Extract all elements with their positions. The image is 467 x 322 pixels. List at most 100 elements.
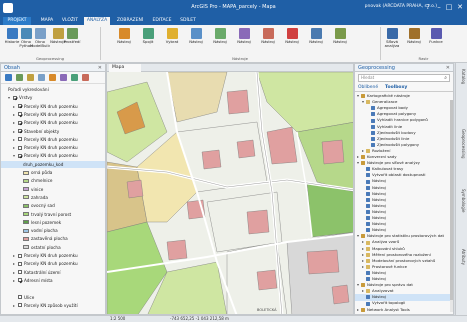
expand-icon[interactable]: ▸: [13, 260, 17, 267]
visibility-checkbox[interactable]: [18, 278, 22, 283]
layer-row[interactable]: ostatní plocha: [1, 244, 105, 251]
ribbon-button[interactable]: Nástroj: [212, 27, 228, 54]
layer-row[interactable]: druh_pozemku_kod: [1, 160, 105, 168]
ribbon-button[interactable]: Funkce: [428, 27, 444, 54]
side-tab[interactable]: Symbologie: [458, 189, 466, 241]
ribbon-button[interactable]: Nástroj: [332, 27, 348, 54]
layer-row[interactable]: ▸ Parcely KN druh pozemku: [1, 136, 105, 143]
ribbon-button[interactable]: Spojit: [140, 27, 156, 54]
layer-row[interactable]: vinice: [1, 186, 105, 193]
visibility-checkbox[interactable]: [18, 104, 22, 109]
tab-mapa[interactable]: MAPA: [38, 17, 56, 25]
layer-row[interactable]: trvalý travní porost: [1, 211, 105, 218]
layer-row[interactable]: ▸ Parcely KN druh pozemku: [1, 252, 105, 259]
expand-icon[interactable]: ▸: [13, 119, 17, 126]
layer-row[interactable]: ▸ Adresní místa: [1, 277, 105, 284]
visibility-checkbox[interactable]: [18, 120, 22, 125]
drawing-order-icon[interactable]: [27, 74, 34, 81]
layer-row[interactable]: ▾ Parcely KN druh pozemku: [1, 152, 105, 159]
layer-row[interactable]: ▸ Katastrální území: [1, 269, 105, 276]
visibility-checkbox[interactable]: [18, 253, 22, 258]
ribbon-button[interactable]: Nástroj: [406, 27, 422, 54]
tab-zobrazeni[interactable]: ZOBRAZENÍ: [114, 17, 146, 25]
tab-projekt[interactable]: PROJEKT: [3, 17, 31, 25]
visibility-checkbox[interactable]: [18, 145, 22, 150]
ribbon-button[interactable]: Nástroj: [188, 27, 204, 54]
layer-row[interactable]: ▸ Parcely KN způsob využití: [1, 302, 105, 309]
close-pane-icon[interactable]: ✕: [446, 64, 450, 72]
side-tab[interactable]: Geoprocessing: [458, 129, 466, 181]
layer-row[interactable]: ▸ Parcely KN druh pozemku: [1, 144, 105, 151]
collapse-icon[interactable]: ▾: [8, 94, 12, 101]
ribbon-button[interactable]: Nástroj: [284, 27, 300, 54]
layer-row[interactable]: ▸ Parcely KN druh pozemku: [1, 103, 105, 110]
layer-row[interactable]: Pořadí vykreslování: [1, 86, 105, 93]
layer-row[interactable]: vodní plocha: [1, 227, 105, 234]
ribbon-button[interactable]: Nástroj: [116, 27, 132, 54]
layer-row[interactable]: ▸ Stavební objekty: [1, 128, 105, 135]
visibility-checkbox[interactable]: [18, 295, 22, 299]
layer-row[interactable]: [1, 285, 105, 292]
layer-list-icon[interactable]: [16, 74, 23, 81]
ribbon-button[interactable]: Nástroj: [308, 27, 324, 54]
close-button[interactable]: ✕: [456, 3, 464, 12]
expand-icon[interactable]: ▸: [13, 128, 17, 135]
layer-row[interactable]: zahrada: [1, 194, 105, 201]
tab-analyza[interactable]: ANALÝZA: [84, 17, 110, 25]
visibility-checkbox[interactable]: [18, 261, 22, 266]
expand-icon[interactable]: ▸: [13, 302, 17, 309]
tab-vlozit[interactable]: VLOŽIT: [60, 17, 80, 25]
layer-row[interactable]: zastavěná plocha: [1, 235, 105, 242]
visibility-checkbox[interactable]: [18, 270, 22, 275]
layer-row[interactable]: orná půda: [1, 169, 105, 176]
expand-icon[interactable]: ▸: [13, 103, 17, 110]
ribbon-button[interactable]: Nástroj: [260, 27, 276, 54]
layer-row[interactable]: Ulice: [1, 294, 105, 301]
layer-row[interactable]: ▾ Vrstvy: [1, 94, 105, 101]
expand-icon[interactable]: ▸: [13, 277, 17, 284]
selection-icon[interactable]: [49, 74, 56, 81]
ribbon-button[interactable]: Síťová analýza: [384, 27, 400, 54]
source-icon[interactable]: [38, 74, 45, 81]
ribbon-button[interactable]: Vybrat: [164, 27, 180, 54]
tab-toolboxes[interactable]: Toolboxy: [385, 84, 407, 92]
tab-favorites[interactable]: Oblíbené: [358, 84, 378, 92]
visibility-checkbox[interactable]: [18, 129, 22, 133]
layer-row[interactable]: lesní pozemek: [1, 219, 105, 226]
maximize-button[interactable]: □: [445, 3, 453, 12]
visibility-checkbox[interactable]: [13, 95, 17, 100]
close-pane-icon[interactable]: ✕: [98, 64, 102, 72]
side-tab[interactable]: Katalog: [458, 69, 466, 121]
map-view[interactable]: Mapa BOLETICKÁ: [106, 63, 354, 315]
layer-row[interactable]: ▸ Parcely KN druh pozemku: [1, 119, 105, 126]
expand-icon[interactable]: ▸: [13, 136, 17, 143]
help-button[interactable]: ?: [424, 3, 432, 12]
ribbon-button[interactable]: Nástroj: [236, 27, 252, 54]
collapse-icon[interactable]: ▾: [13, 152, 17, 159]
search-icon[interactable]: ⌕: [444, 75, 447, 81]
layer-row[interactable]: ▸ Parcely KN druh pozemku: [1, 260, 105, 267]
layer-row[interactable]: chmelnice: [1, 177, 105, 184]
visibility-checkbox[interactable]: [18, 137, 22, 142]
expand-icon[interactable]: ▸: [13, 144, 17, 151]
visibility-checkbox[interactable]: [18, 303, 22, 308]
map-scale[interactable]: 1:2 500: [110, 316, 125, 322]
edit-icon[interactable]: [60, 74, 67, 81]
visibility-checkbox[interactable]: [18, 112, 22, 117]
search-icon[interactable]: [5, 74, 12, 81]
tool-search-input[interactable]: Hledat ⌕: [358, 74, 450, 82]
minimize-button[interactable]: –: [435, 3, 443, 12]
expand-icon[interactable]: ▸: [13, 269, 17, 276]
visibility-checkbox[interactable]: [18, 153, 22, 158]
scrollbar-thumb[interactable]: [450, 100, 453, 300]
tab-sdilet[interactable]: SDÍLET: [178, 17, 198, 25]
layer-row[interactable]: ▸ Parcely KN druh pozemku: [1, 111, 105, 118]
map-view-tab[interactable]: Mapa: [109, 64, 141, 72]
toolbox-scrollbar[interactable]: [450, 100, 453, 312]
ribbon-button[interactable]: Okno ModelBuilderu: [30, 27, 50, 54]
expand-icon[interactable]: ▸: [13, 252, 17, 259]
layer-row[interactable]: ovocný sad: [1, 202, 105, 209]
tab-editace[interactable]: EDITACE: [150, 17, 174, 25]
ribbon-button[interactable]: Prostředí: [64, 27, 80, 54]
expand-icon[interactable]: ▸: [13, 111, 17, 118]
